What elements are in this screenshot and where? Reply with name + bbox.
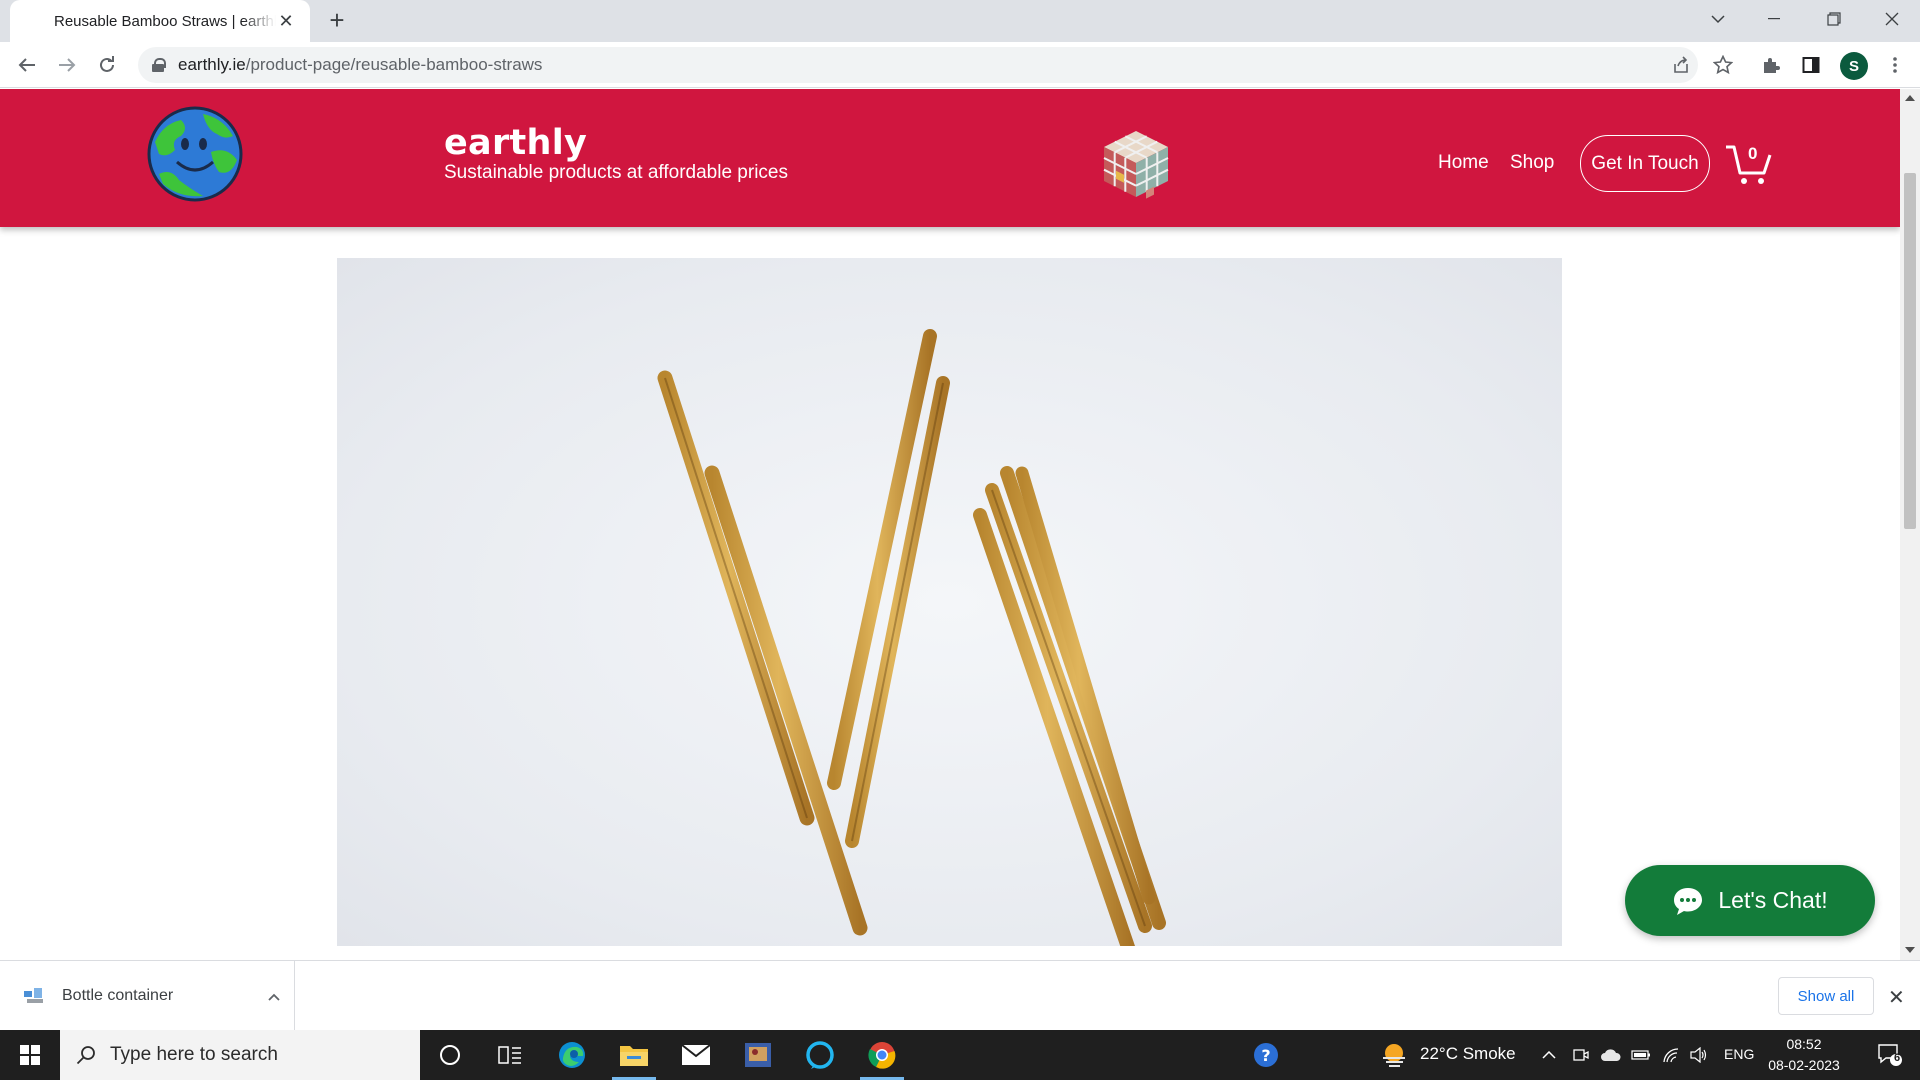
browser-tab[interactable]: Reusable Bamboo Straws | earthly ✕ — [10, 0, 310, 42]
site-header: earthly Sustainable products at affordab… — [0, 89, 1900, 227]
menu-kebab-icon[interactable] — [1880, 50, 1910, 80]
clock-date: 08-02-2023 — [1768, 1057, 1840, 1073]
tab-close-icon[interactable]: ✕ — [276, 11, 296, 31]
forward-button[interactable] — [52, 50, 82, 80]
address-bar[interactable]: earthly.ie/product-page/reusable-bamboo-… — [138, 47, 1698, 83]
taskbar-clock[interactable]: 08:52 08-02-2023 — [1764, 1034, 1844, 1076]
taskbar-search-placeholder: Type here to search — [110, 1044, 278, 1065]
chrome-icon[interactable] — [852, 1030, 912, 1080]
side-panel-icon[interactable] — [1796, 50, 1826, 80]
clock-time: 08:52 — [1786, 1036, 1822, 1052]
url-domain: earthly.ie — [178, 55, 246, 74]
tab-strip: Reusable Bamboo Straws | earthly ✕ + — [0, 0, 1920, 42]
page-viewport: earthly Sustainable products at affordab… — [0, 89, 1900, 960]
scroll-up-arrow-icon[interactable] — [1905, 95, 1915, 101]
scroll-thumb[interactable] — [1904, 173, 1916, 529]
task-view-icon[interactable] — [480, 1030, 540, 1080]
profile-avatar[interactable]: S — [1840, 52, 1868, 80]
tray-chevron-up-icon[interactable] — [1534, 1030, 1564, 1080]
close-download-bar-icon[interactable]: ✕ — [1888, 985, 1905, 1010]
minimize-button[interactable] — [1746, 0, 1802, 38]
share-icon[interactable] — [1666, 50, 1696, 80]
rubiks-cube-icon — [1103, 131, 1169, 199]
svg-text:?: ? — [1261, 1046, 1270, 1065]
brand-name[interactable]: earthly — [444, 123, 587, 163]
cortana-icon[interactable] — [420, 1030, 480, 1080]
battery-icon[interactable] — [1626, 1030, 1656, 1080]
file-explorer-icon[interactable] — [604, 1030, 664, 1080]
windows-taskbar: Type here to search ? 22°C Smoke ENG 08:… — [0, 1030, 1920, 1080]
new-tab-button[interactable]: + — [324, 7, 350, 34]
restore-button[interactable] — [1806, 0, 1862, 38]
alexa-icon[interactable] — [790, 1030, 850, 1080]
search-icon — [76, 1046, 95, 1065]
weather-text[interactable]: 22°C Smoke — [1420, 1044, 1516, 1064]
help-icon[interactable]: ? — [1236, 1030, 1296, 1080]
image-file-icon — [24, 988, 43, 1003]
taskbar-search-box[interactable]: Type here to search — [60, 1030, 420, 1080]
url-path: /product-page/reusable-bamboo-straws — [245, 55, 543, 74]
download-item[interactable]: Bottle container — [0, 961, 295, 1031]
download-item-name: Bottle container — [62, 987, 174, 1004]
meet-now-icon[interactable] — [1566, 1030, 1596, 1080]
earth-logo-icon[interactable] — [145, 106, 245, 202]
product-image[interactable] — [337, 258, 1562, 946]
lets-chat-button[interactable]: Let's Chat! — [1625, 865, 1875, 936]
cart-count: 0 — [1748, 144, 1758, 163]
language-indicator[interactable]: ENG — [1724, 1046, 1754, 1062]
bamboo-straws-photo-icon — [657, 329, 1166, 946]
extensions-icon[interactable] — [1756, 50, 1786, 80]
page-scrollbar[interactable] — [1900, 89, 1920, 960]
tab-search-icon[interactable] — [1690, 0, 1746, 38]
nav-home-link[interactable]: Home — [1438, 152, 1489, 174]
show-all-button[interactable]: Show all — [1778, 977, 1874, 1015]
scroll-down-arrow-icon[interactable] — [1905, 947, 1915, 953]
close-window-button[interactable] — [1864, 0, 1920, 38]
edge-browser-icon[interactable] — [542, 1030, 602, 1080]
chat-label: Let's Chat! — [1718, 887, 1828, 913]
windows-start-button[interactable] — [0, 1030, 60, 1080]
download-bar: Bottle container Show all ✕ — [0, 960, 1920, 1031]
brand-tagline: Sustainable products at affordable price… — [444, 162, 788, 183]
chevron-up-icon[interactable] — [254, 988, 294, 1004]
onedrive-cloud-icon[interactable] — [1596, 1030, 1626, 1080]
chat-bubble-icon — [1674, 887, 1703, 915]
mail-icon[interactable] — [666, 1030, 726, 1080]
lock-icon[interactable] — [152, 58, 166, 72]
windows-logo-icon — [20, 1045, 40, 1065]
nav-shop-link[interactable]: Shop — [1510, 152, 1554, 174]
reload-button[interactable] — [92, 50, 122, 80]
wifi-icon[interactable] — [1656, 1030, 1686, 1080]
photos-app-icon[interactable] — [728, 1030, 788, 1080]
notification-center-icon[interactable]: 6 — [1860, 1030, 1920, 1080]
weather-sun-icon[interactable] — [1364, 1030, 1424, 1080]
notification-count: 6 — [1894, 1052, 1901, 1064]
get-in-touch-button[interactable]: Get In Touch — [1580, 135, 1710, 192]
back-button[interactable] — [12, 50, 42, 80]
browser-toolbar: earthly.ie/product-page/reusable-bamboo-… — [0, 42, 1920, 88]
volume-icon[interactable] — [1684, 1030, 1714, 1080]
tab-title: Reusable Bamboo Straws | earthly — [54, 12, 276, 30]
bookmark-star-icon[interactable] — [1708, 50, 1738, 80]
